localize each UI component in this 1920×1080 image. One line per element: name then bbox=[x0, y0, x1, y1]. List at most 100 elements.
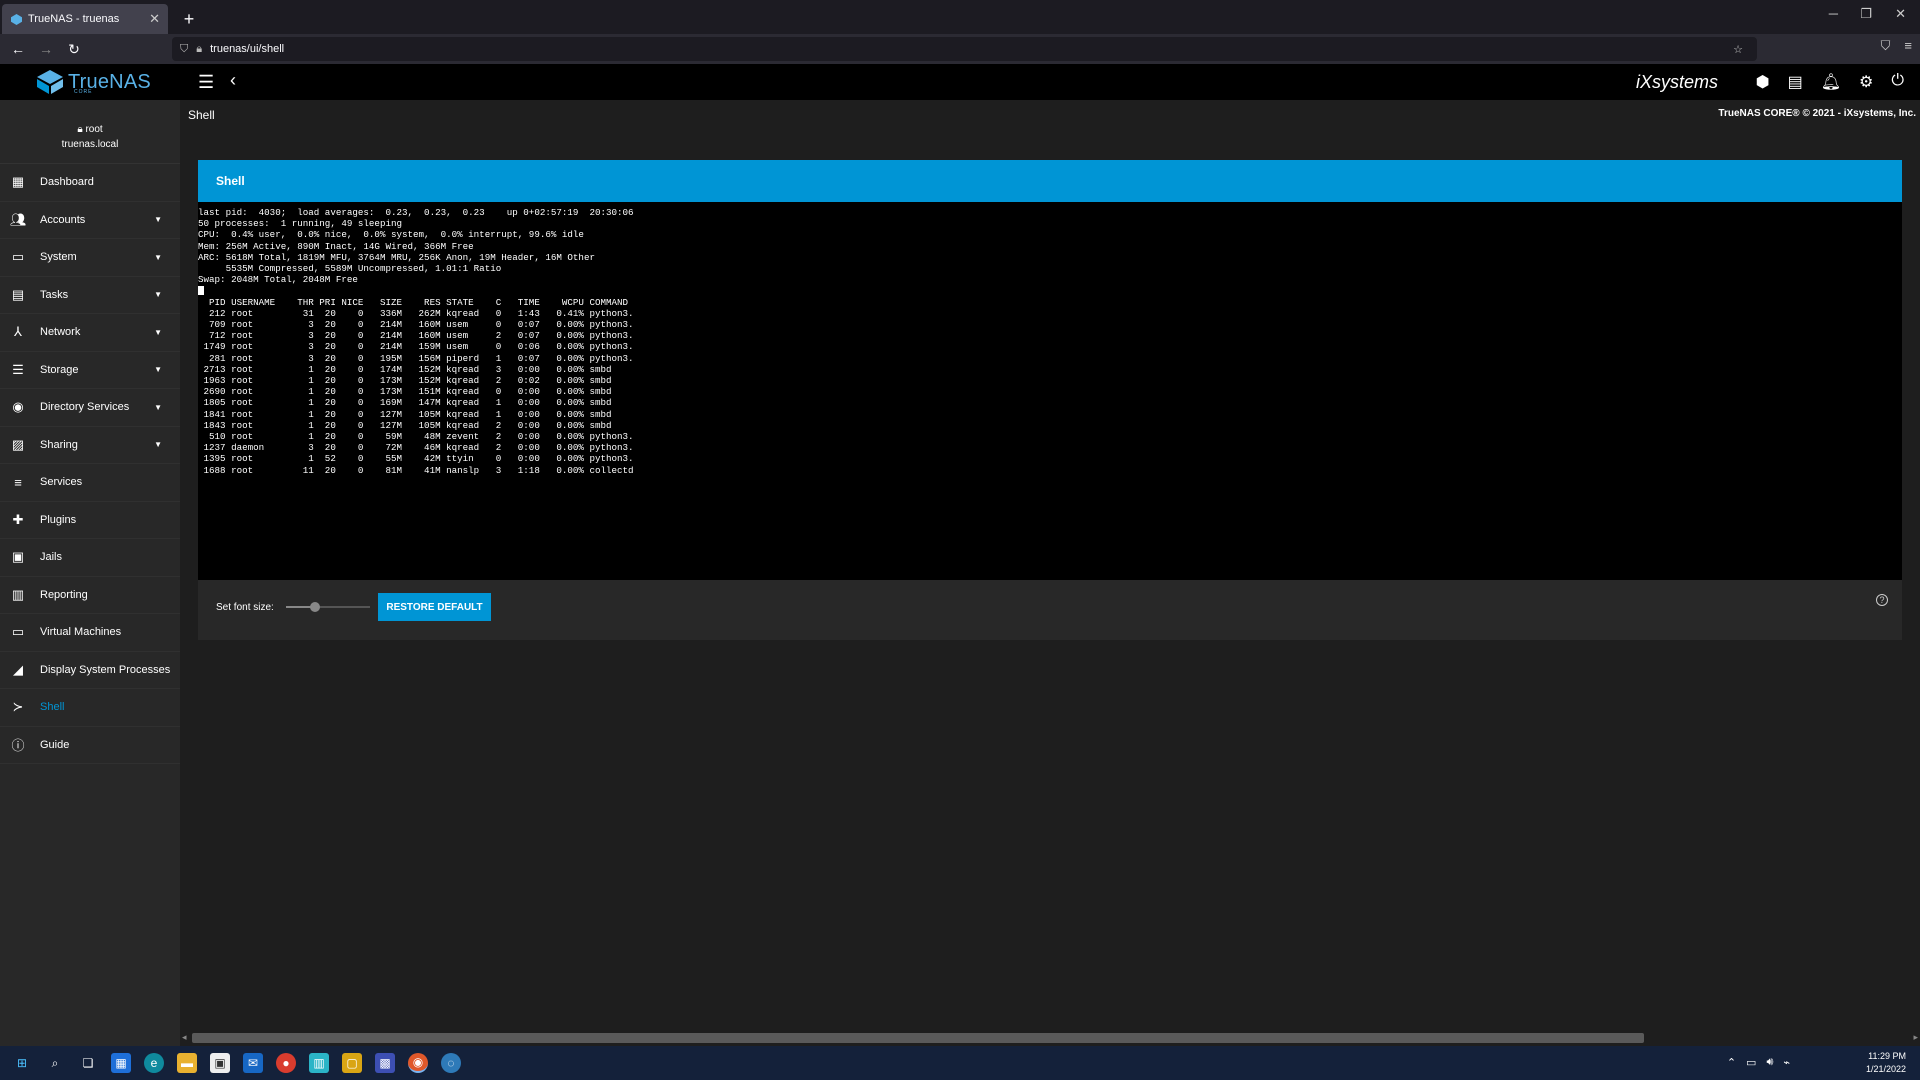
forward-icon[interactable]: → bbox=[32, 35, 60, 63]
truenas-favicon-icon bbox=[10, 13, 22, 25]
collapse-chevron-icon[interactable]: ‹ bbox=[230, 70, 236, 91]
bookmark-star-icon[interactable]: ☆ bbox=[1733, 43, 1743, 56]
app-icon[interactable]: ▥ bbox=[309, 1053, 329, 1073]
scroll-right-icon[interactable]: ▸ bbox=[1913, 1032, 1918, 1043]
process-row: 1805 root 1 20 0 169M 147M kqread 1 0:00… bbox=[198, 397, 612, 409]
mail-icon[interactable]: ✉ bbox=[243, 1053, 263, 1073]
sidebar-item-label: Virtual Machines bbox=[40, 626, 122, 639]
firefox-icon[interactable]: ◉ bbox=[408, 1053, 428, 1073]
slider-knob[interactable] bbox=[310, 602, 321, 612]
display-icon[interactable]: ▭ bbox=[1746, 1056, 1756, 1069]
lock-icon: 🔒︎ bbox=[77, 124, 83, 135]
reload-icon[interactable]: ↻ bbox=[60, 35, 88, 63]
notifications-bell-icon[interactable]: 🔔︎ bbox=[1821, 72, 1841, 92]
process-row: 1963 root 1 20 0 173M 152M kqread 2 0:02… bbox=[198, 375, 612, 387]
process-row: 1749 root 3 20 0 214M 159M usem 0 0:06 0… bbox=[198, 341, 634, 353]
sidebar-item-virtual-machines[interactable]: ▭ Virtual Machines bbox=[0, 614, 180, 652]
virtual-machines-icon: ▭ bbox=[11, 624, 25, 640]
browser-tab-title: TrueNAS - truenas bbox=[28, 13, 120, 25]
widgets-icon[interactable]: ▦ bbox=[111, 1053, 131, 1073]
app-icon-2[interactable]: ▢ bbox=[342, 1053, 362, 1073]
task-view-icon[interactable]: ❏ bbox=[78, 1053, 98, 1073]
accounts-icon: 👥︎ bbox=[10, 211, 27, 227]
shell-icon: ≻ bbox=[12, 699, 24, 715]
reporting-icon: ▥ bbox=[11, 586, 25, 602]
tray-chevron-icon[interactable]: ⌃ bbox=[1727, 1056, 1736, 1069]
page-title: Shell bbox=[188, 108, 215, 122]
close-tab-icon[interactable]: ✕ bbox=[149, 11, 160, 27]
hamburger-menu-icon[interactable]: ☰ bbox=[198, 72, 214, 93]
sidebar-item-storage[interactable]: ☰ Storage ▼ bbox=[0, 352, 180, 389]
volume-icon[interactable]: 🔊︎ bbox=[1766, 1056, 1773, 1069]
restore-window-icon[interactable]: ❐ bbox=[1860, 6, 1872, 22]
sidebar-item-display-system-processes[interactable]: ◢ Display System Processes bbox=[0, 652, 180, 689]
terminal-line: 50 processes: 1 running, 49 sleeping bbox=[198, 218, 402, 230]
user-name: root bbox=[85, 124, 103, 135]
address-bar[interactable]: ⛉ 🔒︎ truenas/ui/shell ☆ bbox=[172, 37, 1757, 61]
sidebar-item-label: Accounts bbox=[40, 213, 86, 226]
windows-start-icon[interactable]: ⊞ bbox=[12, 1053, 32, 1073]
sidebar-item-sharing[interactable]: ▨ Sharing ▼ bbox=[0, 427, 180, 464]
terminal-output[interactable]: last pid: 4030; load averages: 0.23, 0.2… bbox=[198, 202, 1902, 580]
power-icon[interactable]: ⏻ bbox=[1891, 72, 1904, 92]
close-window-icon[interactable]: ✕ bbox=[1895, 6, 1906, 22]
remote-desktop-icon[interactable]: ▩ bbox=[375, 1053, 395, 1073]
sidebar-item-jails[interactable]: ▣ Jails bbox=[0, 539, 180, 577]
menu-icon[interactable]: ≡ bbox=[1904, 38, 1912, 54]
font-size-slider[interactable] bbox=[286, 602, 370, 612]
sidebar-item-plugins[interactable]: ✚ Plugins bbox=[0, 502, 180, 539]
sidebar-item-label: Storage bbox=[40, 363, 79, 376]
processes-icon: ◢ bbox=[13, 661, 23, 677]
terminal-line: Mem: 256M Active, 890M Inact, 14G Wired,… bbox=[198, 240, 474, 252]
store-icon[interactable]: ▣ bbox=[210, 1053, 230, 1073]
search-icon[interactable]: ⌕ bbox=[45, 1053, 65, 1073]
scroll-left-icon[interactable]: ◂ bbox=[182, 1032, 187, 1043]
host-name: truenas.local bbox=[61, 139, 119, 150]
process-row: 709 root 3 20 0 214M 160M usem 0 0:07 0.… bbox=[198, 319, 634, 331]
browser-tab-strip: TrueNAS - truenas ✕ + ─ ❐ ✕ bbox=[0, 0, 1920, 34]
chrome-icon[interactable]: ● bbox=[276, 1053, 296, 1073]
scrollbar-thumb[interactable] bbox=[192, 1033, 1644, 1043]
process-row: 712 root 3 20 0 214M 160M usem 2 0:07 0.… bbox=[198, 330, 634, 342]
sidebar-item-reporting[interactable]: ▥ Reporting bbox=[0, 577, 180, 614]
storage-icon: ☰ bbox=[12, 361, 24, 377]
task-manager-icon[interactable]: ▤ bbox=[1788, 72, 1803, 92]
back-icon[interactable]: ← bbox=[4, 35, 32, 63]
browser-tab[interactable]: TrueNAS - truenas ✕ bbox=[2, 4, 168, 34]
pocket-icon[interactable]: ⛉ bbox=[1881, 38, 1891, 54]
new-tab-button[interactable]: + bbox=[174, 4, 204, 34]
process-row: 2690 root 1 20 0 173M 151M kqread 0 0:00… bbox=[198, 386, 612, 398]
restore-default-button[interactable]: RESTORE DEFAULT bbox=[378, 593, 491, 621]
sidebar-item-system[interactable]: ▭ System ▼ bbox=[0, 239, 180, 277]
sidebar-item-guide[interactable]: ⓘ Guide bbox=[0, 727, 180, 764]
terminal-line: last pid: 4030; load averages: 0.23, 0.2… bbox=[198, 207, 634, 218]
sidebar-item-services[interactable]: ≡ Services bbox=[0, 464, 180, 502]
ixsystems-logo[interactable]: iXsystems bbox=[1636, 72, 1718, 93]
app-header: TrueNAS CORE ☰ ‹ iXsystems ⬢ ▤ 🔔︎ ⚙ ⏻ bbox=[0, 64, 1920, 100]
sidebar-item-shell[interactable]: ≻ Shell bbox=[0, 689, 180, 727]
sidebar-item-accounts[interactable]: 👥︎ Accounts ▼ bbox=[0, 202, 180, 239]
page-subheader: Shell TrueNAS CORE® © 2021 - iXsystems, … bbox=[180, 100, 1920, 130]
settings-gear-icon[interactable]: ⚙ bbox=[1859, 72, 1873, 92]
edge-browser-icon[interactable]: e bbox=[144, 1053, 164, 1073]
minimize-icon[interactable]: ─ bbox=[1829, 6, 1838, 21]
sidebar-item-network[interactable]: ⅄ Network ▼ bbox=[0, 314, 180, 352]
caret-down-icon: ▼ bbox=[154, 327, 162, 337]
help-icon[interactable]: ? bbox=[1876, 594, 1888, 606]
truecommand-icon[interactable]: ⬢ bbox=[1756, 72, 1770, 92]
process-row: 1841 root 1 20 0 127M 105M kqread 1 0:00… bbox=[198, 408, 612, 420]
network-icon[interactable]: ⌁ bbox=[1783, 1056, 1790, 1069]
sidebar-item-tasks[interactable]: ▤ Tasks ▼ bbox=[0, 277, 180, 314]
horizontal-scrollbar[interactable]: ◂ ▸ bbox=[180, 1030, 1920, 1046]
sidebar-item-label: Reporting bbox=[40, 588, 88, 601]
truenas-logo[interactable]: TrueNAS CORE bbox=[36, 69, 151, 95]
system-clock[interactable]: 11:29 PM 1/21/2022 bbox=[1866, 1050, 1906, 1076]
app-icon-3[interactable]: ◌ bbox=[441, 1053, 461, 1073]
jails-icon: ▣ bbox=[11, 549, 25, 565]
truenas-logo-icon bbox=[37, 70, 63, 94]
sidebar-item-dashboard[interactable]: ▦ Dashboard bbox=[0, 164, 180, 202]
sidebar-item-directory-services[interactable]: ◉ Directory Services ▼ bbox=[0, 389, 180, 427]
terminal-cursor-line bbox=[198, 285, 1902, 296]
file-explorer-icon[interactable]: ▬ bbox=[177, 1053, 197, 1073]
caret-down-icon: ▼ bbox=[154, 290, 162, 300]
